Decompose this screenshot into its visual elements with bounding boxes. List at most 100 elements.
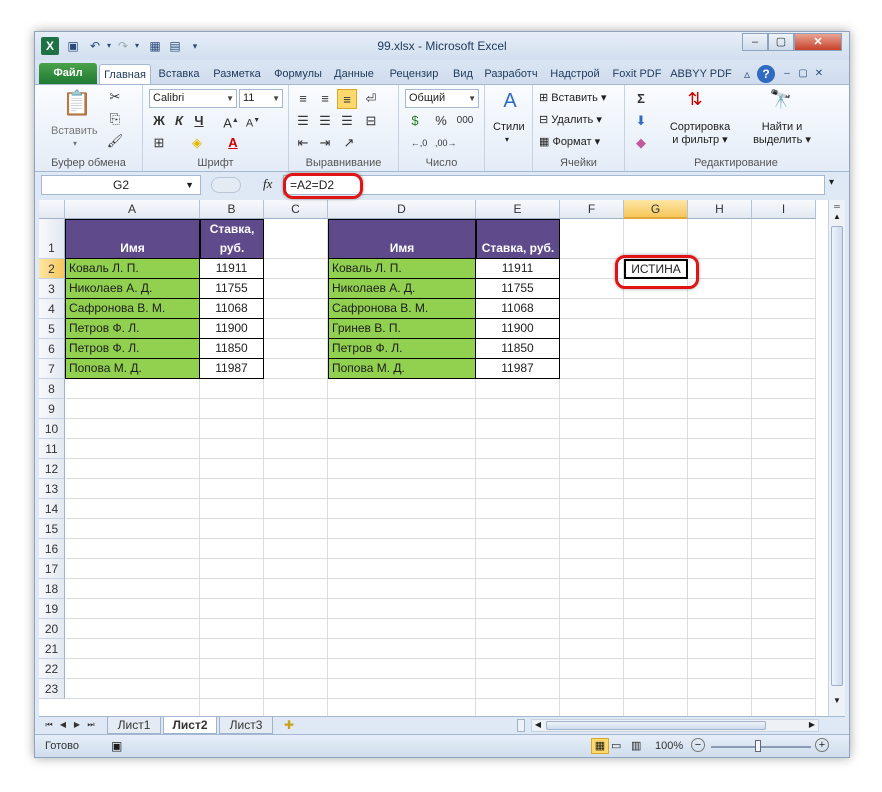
- comma-style-icon[interactable]: 000: [455, 111, 475, 131]
- zoom-out-icon[interactable]: −: [691, 738, 705, 752]
- sort-filter-icon[interactable]: ⇅: [681, 89, 709, 117]
- increase-indent-icon[interactable]: ⇥: [315, 133, 335, 153]
- prev-sheet-icon[interactable]: ◀: [57, 717, 69, 734]
- h-scroll-thumb[interactable]: [546, 721, 766, 730]
- increase-font-icon[interactable]: A▲: [221, 111, 241, 131]
- font-name-select[interactable]: Calibri ▼: [149, 89, 237, 108]
- vertical-scrollbar[interactable]: ═ ▲ ▼: [828, 200, 845, 716]
- italic-button[interactable]: К: [169, 111, 189, 131]
- tab-file[interactable]: Файл: [39, 63, 97, 84]
- table2-name-cell[interactable]: Коваль Л. П.: [328, 259, 476, 279]
- table1-name-cell[interactable]: Петров Ф. Л.: [65, 319, 200, 339]
- scroll-right-icon[interactable]: ▶: [806, 720, 818, 729]
- align-bottom-icon[interactable]: ≡: [337, 89, 357, 109]
- collapse-ribbon-icon[interactable]: ▵: [739, 66, 755, 82]
- table2-name-cell[interactable]: Сафронова В. М.: [328, 299, 476, 319]
- insert-function-icon[interactable]: fx: [263, 176, 272, 192]
- row-header-14[interactable]: 14: [39, 499, 65, 519]
- table2-name-cell[interactable]: Попова М. Д.: [328, 359, 476, 379]
- worksheet-grid[interactable]: ABCDEFGHI 1 2 3 4 5 6 7 8 9 10 11 12 13 14 15 16 17 18 19 2…: [39, 200, 828, 716]
- table2-rate-cell[interactable]: 11900: [476, 319, 560, 339]
- table2-name-cell[interactable]: Николаев А. Д.: [328, 279, 476, 299]
- select-all-corner[interactable]: [39, 200, 65, 219]
- row-header-16[interactable]: 16: [39, 539, 65, 559]
- new-sheet-icon[interactable]: ✚: [277, 717, 301, 734]
- zoom-level[interactable]: 100%: [655, 740, 683, 752]
- row-header-21[interactable]: 21: [39, 639, 65, 659]
- ribbon-close-icon[interactable]: ✕: [811, 66, 827, 82]
- scroll-thumb[interactable]: [831, 226, 843, 686]
- tab-data[interactable]: Данные: [329, 64, 379, 84]
- tab-addins[interactable]: Надстрой: [545, 64, 605, 84]
- split-handle-icon[interactable]: ═: [831, 202, 843, 211]
- formula-bar-expand-handle[interactable]: [211, 177, 241, 193]
- column-header-b[interactable]: B: [200, 200, 264, 219]
- percent-icon[interactable]: %: [431, 111, 451, 131]
- table2-rate-cell[interactable]: 11755: [476, 279, 560, 299]
- paste-icon[interactable]: 📋: [61, 89, 93, 119]
- orientation-icon[interactable]: ↗: [339, 133, 359, 153]
- table1-rate-cell[interactable]: 11068: [200, 299, 264, 319]
- last-sheet-icon[interactable]: ⏭: [85, 717, 97, 734]
- horizontal-scrollbar[interactable]: ◀ ▶: [531, 719, 819, 732]
- decrease-font-icon[interactable]: A▼: [243, 111, 263, 131]
- row-header-5[interactable]: 5: [39, 319, 65, 339]
- fill-icon[interactable]: ⬇: [631, 111, 651, 131]
- table1-rate-cell[interactable]: 11755: [200, 279, 264, 299]
- number-format-select[interactable]: Общий ▼: [405, 89, 479, 108]
- delete-cells-button[interactable]: ⊟ Удалить ▾: [539, 113, 602, 126]
- column-header-i[interactable]: I: [752, 200, 816, 219]
- tab-home[interactable]: Главная: [99, 64, 151, 84]
- row-header-23[interactable]: 23: [39, 679, 65, 699]
- table1-rate-cell[interactable]: 11911: [200, 259, 264, 279]
- first-sheet-icon[interactable]: ⏮: [43, 717, 55, 734]
- row-header-20[interactable]: 20: [39, 619, 65, 639]
- column-header-d[interactable]: D: [328, 200, 476, 219]
- tab-foxit-pdf[interactable]: Foxit PDF: [607, 64, 667, 84]
- row-header-22[interactable]: 22: [39, 659, 65, 679]
- autosum-icon[interactable]: Σ: [631, 89, 651, 109]
- find-select-icon[interactable]: 🔭: [767, 89, 795, 117]
- merge-cells-icon[interactable]: ⊟: [361, 111, 381, 131]
- ribbon-restore-icon[interactable]: ▢: [795, 66, 811, 82]
- ribbon-minimize-icon[interactable]: –: [779, 66, 795, 82]
- table1-rate-cell[interactable]: 11900: [200, 319, 264, 339]
- zoom-slider-track[interactable]: [711, 746, 811, 748]
- table1-name-cell[interactable]: Николаев А. Д.: [65, 279, 200, 299]
- styles-icon[interactable]: A: [497, 91, 523, 117]
- row-header-18[interactable]: 18: [39, 579, 65, 599]
- format-painter-icon[interactable]: 🖌: [105, 131, 125, 151]
- fill-color-icon[interactable]: ◈: [187, 133, 207, 153]
- zoom-slider-thumb[interactable]: [755, 740, 761, 752]
- expand-formula-bar-icon[interactable]: ▾: [829, 177, 834, 188]
- table2-name-cell[interactable]: Гринев В. П.: [328, 319, 476, 339]
- paste-dropdown-icon[interactable]: ▾: [73, 139, 77, 148]
- decrease-decimal-icon[interactable]: ,00→: [435, 133, 457, 153]
- table1-name-cell[interactable]: Петров Ф. Л.: [65, 339, 200, 359]
- sort-filter-button[interactable]: Сортировка и фильтр ▾: [665, 121, 735, 146]
- table2-rate-cell[interactable]: 11068: [476, 299, 560, 319]
- row-header-13[interactable]: 13: [39, 479, 65, 499]
- underline-button[interactable]: Ч: [189, 111, 209, 131]
- column-header-c[interactable]: C: [264, 200, 328, 219]
- copy-icon[interactable]: ⎘: [105, 109, 125, 129]
- styles-button-label[interactable]: Стили: [493, 121, 525, 133]
- font-size-select[interactable]: 11 ▼: [239, 89, 283, 108]
- table1-header-name[interactable]: Имя: [65, 219, 200, 259]
- cut-icon[interactable]: ✂: [105, 87, 125, 107]
- row-header-1[interactable]: 1: [39, 219, 65, 259]
- tab-split-handle[interactable]: [517, 719, 525, 732]
- row-header-8[interactable]: 8: [39, 379, 65, 399]
- row-header-10[interactable]: 10: [39, 419, 65, 439]
- scroll-down-icon[interactable]: ▼: [831, 696, 843, 708]
- align-right-icon[interactable]: ☰: [337, 111, 357, 131]
- table1-name-cell[interactable]: Сафронова В. М.: [65, 299, 200, 319]
- sheet-tab-2[interactable]: Лист2: [163, 717, 217, 734]
- table2-rate-cell[interactable]: 11850: [476, 339, 560, 359]
- close-button[interactable]: ✕: [794, 33, 842, 51]
- format-cells-button[interactable]: ▦ Формат ▾: [539, 135, 600, 148]
- tab-review[interactable]: Рецензир: [381, 64, 447, 84]
- table1-name-cell[interactable]: Попова М. Д.: [65, 359, 200, 379]
- align-middle-icon[interactable]: ≡: [315, 89, 335, 109]
- table2-rate-cell[interactable]: 11911: [476, 259, 560, 279]
